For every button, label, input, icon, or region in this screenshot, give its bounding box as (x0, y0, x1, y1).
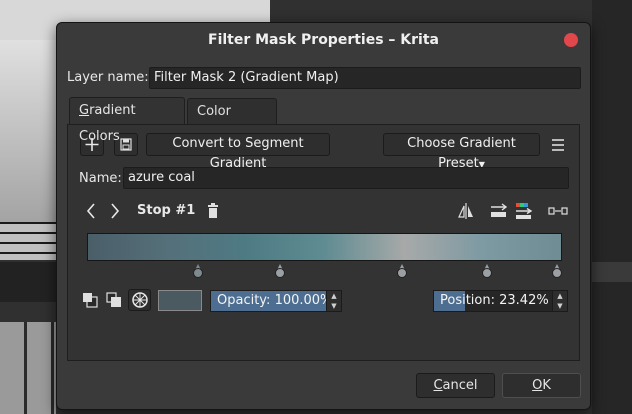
position-stepper[interactable]: ▲ ▼ (552, 291, 567, 311)
choose-gradient-preset-button[interactable]: Choose Gradient Preset▼ (383, 133, 540, 171)
tab-color-mode[interactable]: Color Mode (187, 98, 277, 145)
layer-name-label: Layer name: (67, 70, 149, 85)
brush-thumbnails (0, 322, 56, 414)
position-text: Position: 23.42% (440, 293, 549, 308)
colors-icon[interactable] (513, 201, 535, 221)
gradient-stop-handle[interactable] (481, 264, 492, 278)
filter-mask-dialog: Filter Mask Properties – Krita Layer nam… (56, 22, 591, 410)
distribute-icon[interactable] (488, 201, 510, 221)
chevron-right-icon[interactable] (107, 201, 123, 221)
tab-gradient-colors[interactable]: Gradient Colors (69, 97, 185, 144)
custom-color-icon (131, 292, 148, 308)
ok-button[interactable]: OK (502, 373, 581, 398)
gradient-stop-handle[interactable] (397, 264, 408, 278)
stop-color-swatch[interactable] (158, 290, 202, 311)
gradient-name-input[interactable]: azure coal (123, 167, 569, 189)
stop-options-icon[interactable] (547, 201, 569, 221)
gradient-name-label: Name: (79, 171, 122, 186)
foreground-color-icon[interactable] (81, 291, 99, 309)
gradient-stop-handle[interactable] (552, 264, 562, 278)
dialog-title: Filter Mask Properties – Krita (208, 32, 439, 48)
position-spinbox[interactable]: Position: 23.42% ▲ ▼ (433, 290, 568, 312)
trash-icon[interactable] (205, 202, 221, 220)
hamburger-menu-icon[interactable] (548, 135, 568, 155)
opacity-stepper[interactable]: ▲ ▼ (326, 291, 341, 311)
stop-number-label: Stop #1 (137, 203, 196, 218)
cancel-label: Cancel (433, 378, 478, 393)
convert-to-segment-gradient-button[interactable]: Convert to Segment Gradient (146, 133, 330, 171)
custom-color-button[interactable] (128, 289, 151, 311)
background-color-icon[interactable] (105, 291, 123, 309)
flip-icon[interactable] (456, 201, 476, 221)
chevron-left-icon[interactable] (83, 201, 99, 221)
layer-name-input[interactable]: Filter Mask 2 (Gradient Map) (149, 67, 581, 89)
gradient-preview-bar[interactable] (87, 233, 562, 261)
cancel-button[interactable]: Cancel (416, 373, 495, 398)
gradient-stop-handle[interactable] (275, 264, 286, 278)
close-icon[interactable] (564, 33, 578, 47)
gradient-stop-handle[interactable] (192, 264, 203, 278)
layer-stack-preview (0, 222, 56, 260)
opacity-text: Opacity: 100.00% (217, 293, 333, 308)
ok-label: OK (532, 378, 551, 393)
opacity-spinbox[interactable]: Opacity: 100.00% ▲ ▼ (210, 290, 342, 312)
